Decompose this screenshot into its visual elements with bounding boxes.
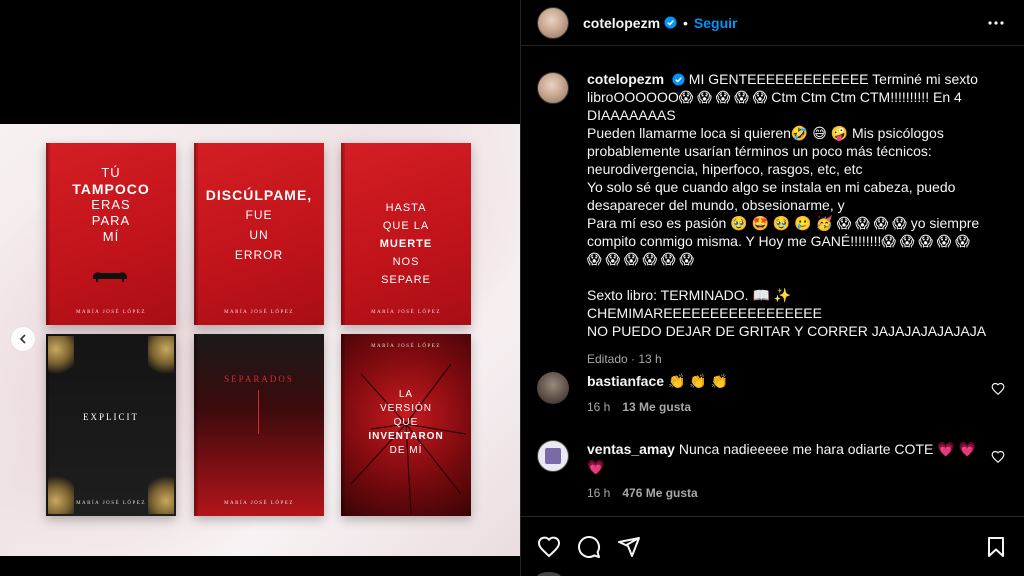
next-avatar-peek [537, 572, 561, 576]
bookmark-icon[interactable] [984, 535, 1008, 559]
separator-dot: • [683, 14, 688, 31]
post-sidebar: cotelopezm • Seguir cotelopezm MI GENTEE… [520, 0, 1024, 576]
book-3-title-line-4: NOS [392, 256, 420, 268]
caption-line-12 [587, 268, 1007, 286]
comment-icon[interactable] [577, 535, 601, 559]
book-cover-2: DISCÚLPAME, FUE UN ERROR MARÍA JOSÉ LÓPE… [194, 143, 324, 325]
more-options-button[interactable] [984, 11, 1008, 35]
edited-label: Editado [587, 352, 628, 366]
book-6-title-line-4: INVENTARON [368, 431, 444, 442]
caption-avatar[interactable] [537, 72, 569, 104]
caption-line-2: libroOOOOOO😱 😱 😱 😱 😱 Ctm Ctm Ctm CTM!!!!… [587, 89, 962, 105]
book-cover-3: HASTA QUE LA MUERTE NOS SEPARE MARÍA JOS… [341, 143, 471, 325]
book-1-title-line-4: PARA [91, 213, 131, 228]
author-avatar[interactable] [537, 6, 569, 39]
comment-item: bastianface 👏 👏 👏 16 h 13 Me gusta [537, 372, 1017, 416]
action-bar [521, 516, 1024, 576]
more-icon [988, 20, 1004, 25]
book-6-title-line-5: DE MÍ [389, 445, 423, 456]
post-caption: cotelopezm MI GENTEEEEEEEEEEEEE Terminé … [537, 70, 1012, 368]
caption-username[interactable]: cotelopezm [587, 71, 664, 87]
commenter-username[interactable]: ventas_amay [587, 441, 675, 457]
comment-time[interactable]: 16 h [587, 398, 610, 416]
heart-icon[interactable] [991, 450, 1005, 464]
follow-button[interactable]: Seguir [694, 15, 738, 31]
comment-text: 👏 👏 👏 [667, 373, 729, 389]
book-6-title-line-3: QUE [393, 417, 419, 428]
book-2-title-line-4: ERROR [234, 248, 284, 262]
book-2-title-line-3: UN [249, 228, 269, 242]
title-divider-line [258, 390, 259, 434]
carousel-prev-button[interactable] [10, 326, 36, 352]
book-6-title-line-1: LA [398, 389, 414, 400]
heart-icon[interactable] [991, 382, 1005, 396]
book-2-author: MARÍA JOSÉ LÓPEZ [224, 310, 294, 315]
caption-line-5: probablemente usarían términos un poco m… [587, 143, 932, 159]
book-4-title: EXPLICIT [83, 412, 139, 422]
caption-line-8: desaparecer del mundo, obsesionarme, y [587, 197, 845, 213]
book-6-author: MARÍA JOSÉ LÓPEZ [371, 344, 441, 349]
caption-line-3: DIAAAAAAAS [587, 107, 676, 123]
book-3-author: MARÍA JOSÉ LÓPEZ [371, 310, 441, 315]
caption-time[interactable]: 13 h [638, 352, 661, 366]
book-3-title-line-1: HASTA [385, 202, 427, 214]
heart-icon[interactable] [537, 535, 561, 559]
caption-line-7: Yo solo sé que cuando algo se instala en… [587, 179, 956, 195]
book-1-title-line-3: ERAS [91, 197, 131, 212]
verified-icon [664, 16, 677, 29]
caption-line-13: Sexto libro: TERMINADO. 📖 ✨ CHEMIMAREEEE… [587, 287, 822, 321]
caption-line-6: neurodivergencia, hiperfoco, rasgos, etc… [587, 161, 863, 177]
caption-line-11: 😱 😱 😱 😱 😱 😱 [587, 251, 695, 267]
book-2-title-line-1: DISCÚLPAME, [205, 187, 313, 203]
book-4-author: MARÍA JOSÉ LÓPEZ [76, 501, 146, 506]
book-6-title-line-2: VERSIÓN [379, 403, 432, 414]
comment-item: ventas_amay Nunca nadieeeee me hara odia… [537, 440, 1017, 502]
caption-meta: Editado · 13 h [587, 352, 662, 366]
store-logo [545, 448, 561, 464]
book-cover-1: TÚ TAMPOCO ERAS PARA MÍ MARÍA JOSÉ LÓPEZ [46, 143, 176, 325]
post-media: TÚ TAMPOCO ERAS PARA MÍ MARÍA JOSÉ LÓPEZ… [0, 0, 520, 576]
book-cover-4: EXPLICIT MARÍA JOSÉ LÓPEZ [46, 334, 176, 516]
book-5-title: SEPARADOS [224, 374, 294, 384]
commenter-username[interactable]: bastianface [587, 373, 664, 389]
author-username[interactable]: cotelopezm [583, 15, 660, 31]
comment-time[interactable]: 16 h [587, 484, 610, 502]
ornament-bottom-right [148, 470, 174, 514]
book-3-title-line-2: QUE LA [382, 220, 430, 232]
book-5-author: MARÍA JOSÉ LÓPEZ [224, 501, 294, 506]
chevron-left-icon [19, 334, 26, 344]
caption-line-9: Para mí eso es pasión 🥹 🤩 🥹 🥲 🥳 😱 😱 😱 😱 … [587, 215, 980, 231]
commenter-avatar[interactable] [537, 372, 569, 404]
post-photo[interactable]: TÚ TAMPOCO ERAS PARA MÍ MARÍA JOSÉ LÓPEZ… [0, 124, 520, 556]
sofa-illustration [91, 269, 129, 282]
caption-line-14: NO PUEDO DEJAR DE GRITAR Y CORRER JAJAJA… [587, 323, 987, 339]
ornament-top-left [48, 336, 74, 380]
caption-line-1: MI GENTEEEEEEEEEEEEE Terminé mi sexto [688, 71, 978, 87]
book-2-title-line-2: FUE [245, 208, 273, 222]
book-3-title-line-5: SEPARE [381, 274, 431, 286]
book-1-title-line-5: MÍ [102, 229, 120, 244]
ornament-top-right [148, 336, 174, 380]
commenter-avatar[interactable] [537, 440, 569, 472]
book-1-title-line-2: TAMPOCO [72, 181, 150, 197]
caption-line-10: compito conmigo misma. Y Hoy me GANÉ!!!!… [587, 233, 970, 249]
caption-line-4: Pueden llamarme loca si quieren🤣 😅 🤪 Mis… [587, 125, 944, 141]
book-cover-5: SEPARADOS MARÍA JOSÉ LÓPEZ [194, 334, 324, 516]
book-1-title-line-1: TÚ [101, 165, 121, 180]
verified-icon [672, 73, 685, 86]
share-icon[interactable] [617, 535, 641, 559]
ornament-bottom-left [48, 470, 74, 514]
post-header: cotelopezm • Seguir [521, 0, 1024, 46]
comment-likes[interactable]: 476 Me gusta [622, 484, 697, 502]
book-1-author: MARÍA JOSÉ LÓPEZ [76, 310, 146, 315]
book-cover-6: MARÍA JOSÉ LÓPEZ LA VERSIÓN QUE INVENTAR… [341, 334, 471, 516]
book-3-title-line-3: MUERTE [379, 238, 433, 250]
caption-body: cotelopezm MI GENTEEEEEEEEEEEEE Terminé … [587, 70, 1007, 368]
comment-likes[interactable]: 13 Me gusta [622, 398, 691, 416]
